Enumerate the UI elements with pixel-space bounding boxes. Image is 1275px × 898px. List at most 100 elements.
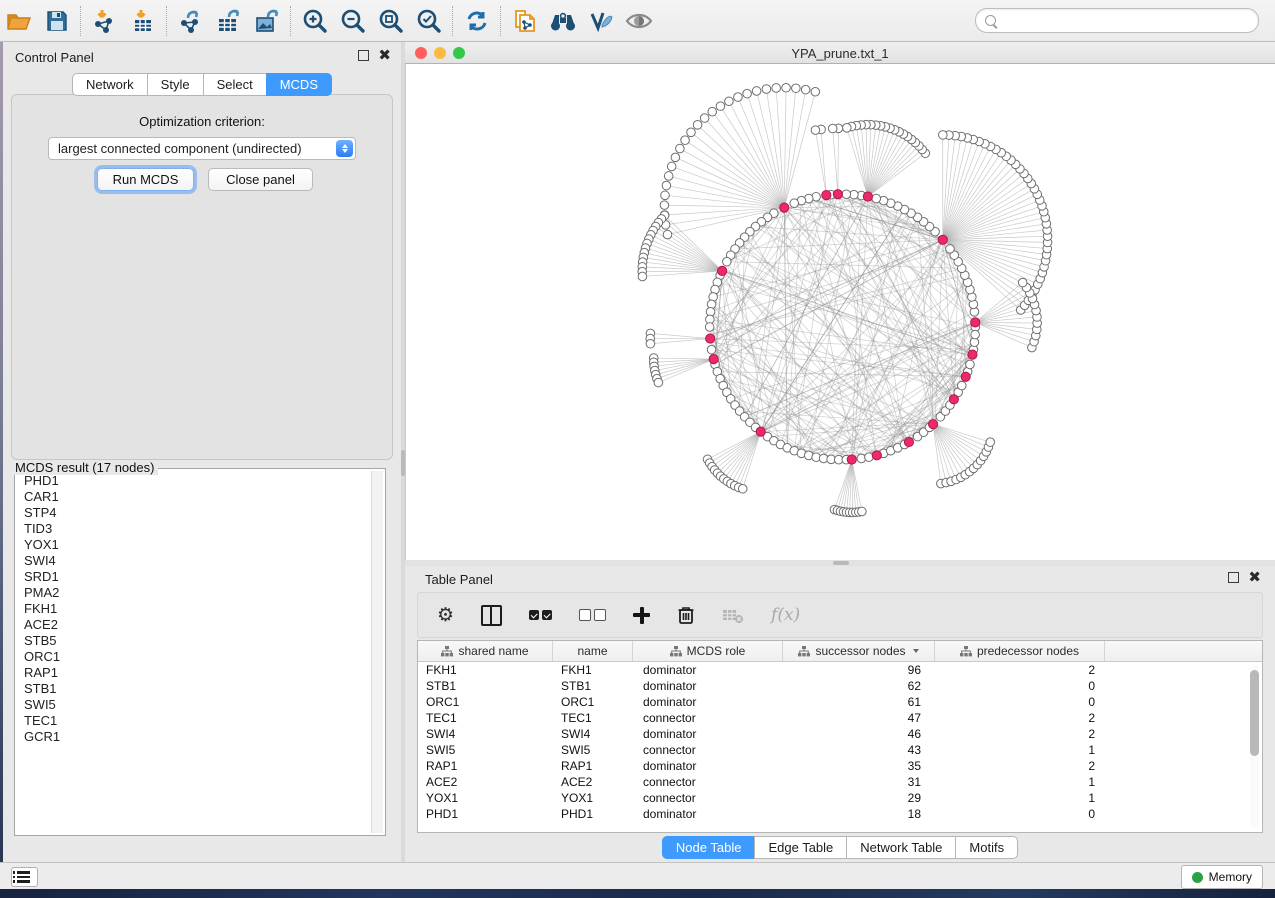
table-row[interactable]: SWI4SWI4dominator462 — [418, 726, 1262, 742]
table-row[interactable]: ORC1ORC1dominator610 — [418, 694, 1262, 710]
table-scrollbar[interactable] — [1250, 666, 1259, 828]
mcds-result-item[interactable]: TID3 — [24, 521, 371, 537]
mcds-result-item[interactable]: YOX1 — [24, 537, 371, 553]
zoom-selected-button[interactable] — [410, 3, 448, 39]
save-floppy-icon — [46, 10, 68, 32]
close-panel-icon[interactable]: ✖ — [1248, 573, 1261, 582]
show-hide-columns-button[interactable] — [481, 605, 502, 626]
refresh-icon — [465, 9, 489, 33]
table-panel-titlebar: Table Panel ✖ — [405, 566, 1275, 592]
mcds-result-item[interactable]: SRD1 — [24, 569, 371, 585]
float-panel-icon[interactable] — [1228, 572, 1239, 583]
delete-columns-button[interactable] — [677, 605, 695, 625]
task-history-button[interactable] — [11, 867, 38, 887]
table-cell: 18 — [783, 807, 935, 821]
network-view-canvas[interactable] — [405, 64, 1275, 560]
unchecked-box-icon — [579, 609, 591, 621]
export-table-button[interactable] — [210, 3, 248, 39]
table-settings-button[interactable]: ⚙ — [437, 604, 454, 626]
export-image-button[interactable] — [248, 3, 286, 39]
search-box[interactable] — [975, 8, 1259, 33]
create-new-column-button[interactable] — [633, 607, 650, 624]
column-type-icon — [441, 646, 453, 657]
mcds-result-item[interactable]: STB1 — [24, 681, 371, 697]
tab-node-table[interactable]: Node Table — [662, 836, 755, 859]
column-type-icon — [670, 646, 682, 657]
table-row[interactable]: PHD1PHD1dominator180 — [418, 806, 1262, 822]
mcds-result-item[interactable]: GCR1 — [24, 729, 371, 745]
column-header-MCDS-role[interactable]: MCDS role — [633, 641, 783, 661]
table-cell: ORC1 — [418, 695, 553, 709]
open-session-button[interactable] — [0, 3, 38, 39]
tab-style[interactable]: Style — [147, 73, 203, 96]
optimization-criterion-label: Optimization criterion: — [12, 114, 392, 129]
memory-button[interactable]: Memory — [1181, 865, 1263, 889]
mcds-result-item[interactable]: STP4 — [24, 505, 371, 521]
close-panel-icon[interactable]: ✖ — [378, 51, 391, 60]
mcds-result-item[interactable]: ORC1 — [24, 649, 371, 665]
new-network-from-selection-button[interactable] — [506, 3, 544, 39]
tab-motifs[interactable]: Motifs — [955, 836, 1018, 859]
mcds-result-item[interactable]: SWI4 — [24, 553, 371, 569]
tab-select[interactable]: Select — [203, 73, 266, 96]
table-cell: SWI5 — [553, 743, 633, 757]
first-neighbors-button[interactable] — [544, 3, 582, 39]
close-panel-button[interactable]: Close panel — [208, 168, 313, 191]
table-cell: 46 — [783, 727, 935, 741]
float-panel-icon[interactable] — [358, 50, 369, 61]
search-input[interactable] — [996, 12, 1258, 30]
zoom-in-button[interactable] — [296, 3, 334, 39]
apply-layout-button[interactable] — [458, 3, 496, 39]
result-scrollbar[interactable] — [371, 471, 383, 833]
show-graphics-details-button[interactable] — [620, 3, 658, 39]
mcds-result-item[interactable]: RAP1 — [24, 665, 371, 681]
export-network-button[interactable] — [172, 3, 210, 39]
memory-label: Memory — [1209, 870, 1252, 884]
mcds-result-item[interactable]: STB5 — [24, 633, 371, 649]
mcds-result-item[interactable]: SWI5 — [24, 697, 371, 713]
tab-network-table[interactable]: Network Table — [846, 836, 955, 859]
toggle-graphics-details-button[interactable] — [582, 3, 620, 39]
run-mcds-button[interactable]: Run MCDS — [97, 168, 194, 191]
tab-edge-table[interactable]: Edge Table — [754, 836, 846, 859]
column-header-successor-nodes[interactable]: successor nodes — [783, 641, 935, 661]
import-table-button[interactable] — [124, 3, 162, 39]
table-row[interactable]: RAP1RAP1dominator352 — [418, 758, 1262, 774]
mcds-result-item[interactable]: TEC1 — [24, 713, 371, 729]
table-row[interactable]: TEC1TEC1connector472 — [418, 710, 1262, 726]
table-delete-icon — [722, 606, 744, 624]
splitter-handle[interactable] — [833, 561, 849, 565]
zoom-fit-button[interactable] — [372, 3, 410, 39]
table-row[interactable]: STB1STB1dominator620 — [418, 678, 1262, 694]
column-header-predecessor-nodes[interactable]: predecessor nodes — [935, 641, 1105, 661]
table-row[interactable]: SWI5SWI5connector431 — [418, 742, 1262, 758]
criterion-select[interactable]: largest connected component (undirected) — [48, 137, 356, 160]
table-row[interactable]: ACE2ACE2connector311 — [418, 774, 1262, 790]
network-window-titlebar: YPA_prune.txt_1 — [405, 42, 1275, 64]
node-table[interactable]: shared namenameMCDS rolesuccessor nodesp… — [417, 640, 1263, 833]
table-panel-tabs: Node TableEdge TableNetwork TableMotifs — [405, 836, 1275, 859]
tab-network[interactable]: Network — [72, 73, 147, 96]
mcds-result-item[interactable]: PHD1 — [24, 473, 371, 489]
mcds-result-item[interactable]: CAR1 — [24, 489, 371, 505]
table-cell: FKH1 — [553, 663, 633, 677]
select-stepper-icon — [336, 140, 353, 157]
mcds-result-item[interactable]: ACE2 — [24, 617, 371, 633]
mcds-result-item[interactable]: PMA2 — [24, 585, 371, 601]
tab-mcds[interactable]: MCDS — [266, 73, 332, 96]
import-network-button[interactable] — [86, 3, 124, 39]
select-all-button[interactable] — [529, 610, 552, 620]
mcds-result-item[interactable]: FKH1 — [24, 601, 371, 617]
column-header-name[interactable]: name — [553, 641, 633, 661]
scrollbar-thumb[interactable] — [1250, 670, 1259, 756]
save-session-button[interactable] — [38, 3, 76, 39]
column-header-shared-name[interactable]: shared name — [418, 641, 553, 661]
table-row[interactable]: FKH1FKH1dominator962 — [418, 662, 1262, 678]
table-row[interactable]: YOX1YOX1connector291 — [418, 790, 1262, 806]
column-type-icon — [798, 646, 810, 657]
zoom-out-button[interactable] — [334, 3, 372, 39]
mcds-result-list[interactable]: PHD1CAR1STP4TID3YOX1SWI4SRD1PMA2FKH1ACE2… — [17, 471, 371, 833]
network-graph[interactable] — [406, 64, 1275, 560]
toolbar-separator — [500, 6, 502, 36]
deselect-all-button[interactable] — [579, 609, 606, 621]
